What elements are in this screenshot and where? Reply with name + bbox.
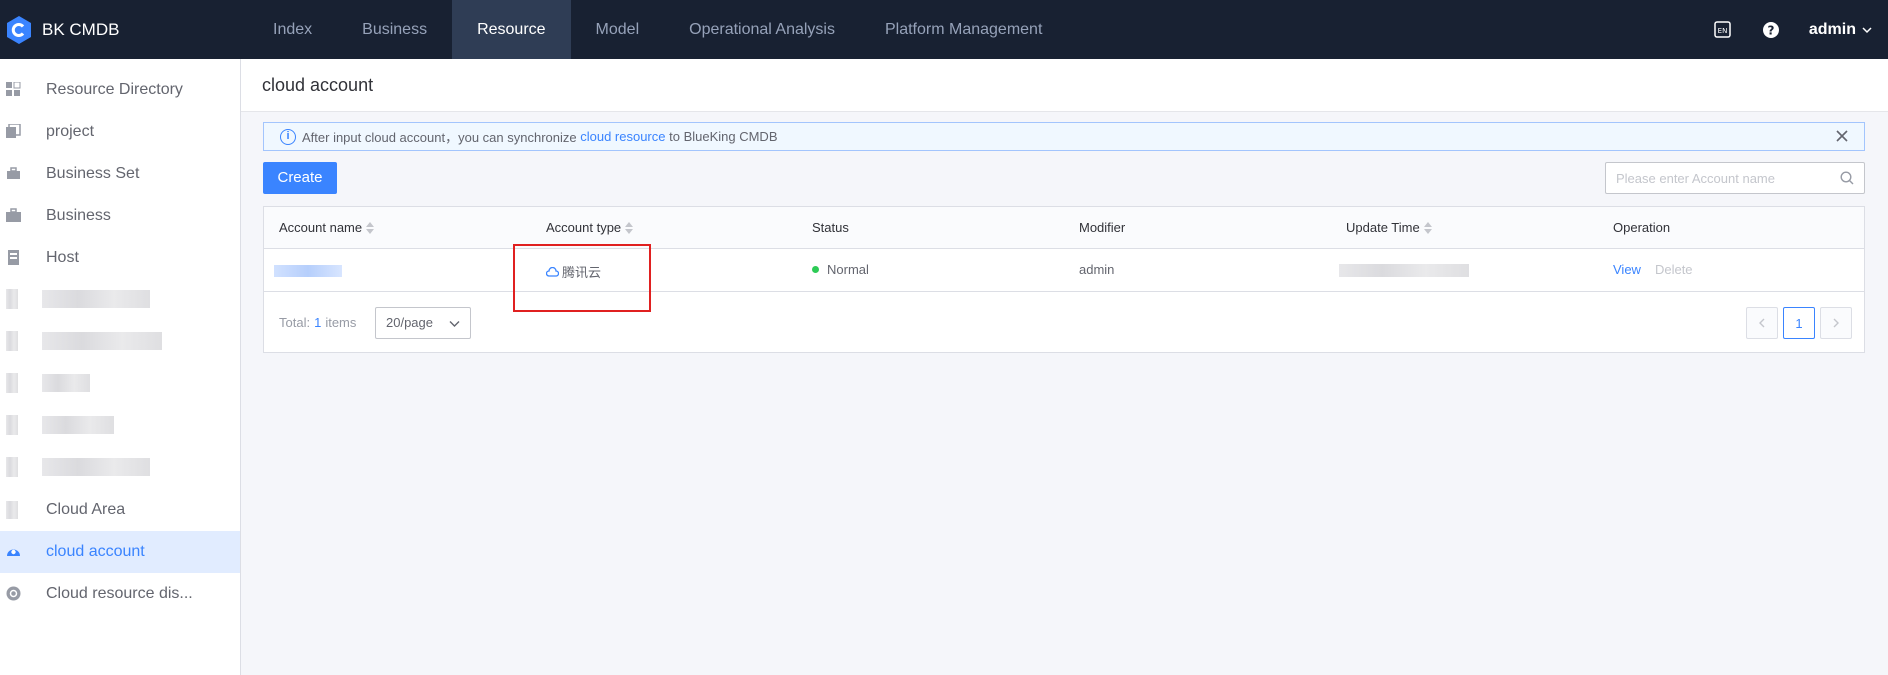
app-name: BK CMDB (42, 19, 120, 39)
nav-index[interactable]: Index (248, 0, 337, 59)
next-page-button[interactable] (1820, 307, 1852, 339)
column-update-time[interactable]: Update Time (1346, 220, 1432, 235)
column-modifier: Modifier (1079, 220, 1126, 235)
table-header: Account name Account type Status Modifie… (264, 207, 1864, 249)
accounts-table: Account name Account type Status Modifie… (263, 206, 1865, 353)
nav-business[interactable]: Business (337, 0, 452, 59)
project-icon (6, 124, 21, 138)
cloud-resource-icon (6, 586, 21, 601)
cloud-resource-link[interactable]: cloud resource (580, 129, 665, 144)
page-size-select[interactable]: 20/page (375, 307, 471, 339)
nav-resource[interactable]: Resource (452, 0, 571, 59)
sidebar-item-cloud-area[interactable]: Cloud Area (0, 489, 240, 531)
delete-link: Delete (1654, 262, 1693, 277)
update-time-cell (1339, 264, 1469, 277)
cloud-area-icon (6, 501, 18, 519)
table-row: 腾讯云 Normal admin View Delete (264, 249, 1864, 292)
chevron-left-icon (1759, 318, 1765, 328)
cmdb-logo-icon (7, 15, 31, 44)
alert-text-after: to BlueKing CMDB (665, 129, 778, 144)
cloud-account-icon (7, 549, 20, 556)
sort-icon[interactable] (366, 221, 375, 234)
pagination: 1 (1746, 307, 1852, 339)
highlight-annotation-box (513, 244, 651, 312)
column-account-name[interactable]: Account name (279, 220, 375, 235)
redacted-sidebar-item[interactable] (42, 374, 90, 392)
sidebar-item-resource-directory[interactable]: Resource Directory (0, 69, 240, 111)
page-1-button[interactable]: 1 (1783, 307, 1815, 339)
account-name-link[interactable] (274, 265, 342, 277)
search-icon[interactable] (1840, 171, 1854, 185)
prev-page-button[interactable] (1746, 307, 1778, 339)
sort-icon[interactable] (625, 221, 634, 234)
business-set-icon (7, 167, 20, 179)
svg-text:EN: EN (1718, 27, 1728, 35)
sidebar: Resource Directory project Business Set … (0, 59, 241, 675)
table-footer: Total: 1 items 20/page 1 (264, 292, 1864, 354)
sidebar-item-cloud-resource-discovery[interactable]: Cloud resource dis... (0, 573, 240, 615)
language-switch-icon[interactable]: EN (1713, 20, 1733, 40)
search-box (1605, 162, 1865, 194)
username: admin (1808, 20, 1856, 38)
column-status: Status (812, 220, 849, 235)
briefcase-icon (6, 208, 21, 222)
redacted-icon (6, 331, 18, 351)
nav-model[interactable]: Model (571, 0, 665, 59)
redacted-sidebar-item[interactable] (42, 332, 162, 350)
info-icon: i (280, 128, 296, 145)
create-button[interactable]: Create (263, 162, 337, 194)
top-navbar: BK CMDB Index Business Resource Model Op… (0, 0, 1888, 59)
host-icon (8, 250, 19, 265)
column-account-type[interactable]: Account type (546, 220, 634, 235)
status-normal-dot (812, 266, 819, 273)
sidebar-item-business[interactable]: Business (0, 195, 240, 237)
search-input[interactable] (1606, 163, 1826, 193)
close-icon[interactable] (1834, 128, 1850, 144)
redacted-sidebar-item[interactable] (42, 290, 150, 308)
redacted-icon (6, 457, 18, 477)
status-cell: Normal (812, 262, 869, 277)
sidebar-item-business-set[interactable]: Business Set (0, 153, 240, 195)
directory-icon (6, 82, 21, 96)
modifier-cell: admin (1079, 262, 1115, 277)
total-count: Total: 1 items (279, 315, 357, 330)
redacted-icon (6, 415, 18, 435)
info-alert: i After input cloud account，you can sync… (263, 122, 1865, 151)
sidebar-item-host[interactable]: Host (0, 237, 240, 279)
page-title: cloud account (262, 75, 374, 95)
redacted-icon (6, 289, 18, 309)
sidebar-item-project[interactable]: project (0, 111, 240, 153)
svg-text:?: ? (1767, 23, 1774, 37)
main-nav: Index Business Resource Model Operationa… (248, 0, 1067, 59)
redacted-sidebar-item[interactable] (42, 458, 150, 476)
redacted-sidebar-item[interactable] (42, 416, 114, 434)
help-icon[interactable]: ? (1761, 20, 1781, 40)
column-operation: Operation (1613, 220, 1671, 235)
chevron-right-icon (1833, 318, 1839, 328)
nav-platform-management[interactable]: Platform Management (860, 0, 1067, 59)
sort-icon[interactable] (1423, 221, 1432, 234)
chevron-down-icon (1862, 26, 1872, 33)
view-link[interactable]: View (1613, 262, 1641, 277)
app-logo[interactable]: BK CMDB (0, 0, 248, 59)
nav-operational-analysis[interactable]: Operational Analysis (664, 0, 860, 59)
chevron-down-icon (449, 321, 460, 327)
page-header: cloud account (241, 59, 1888, 112)
alert-text-before: After input cloud account，you can synchr… (302, 130, 581, 145)
user-menu[interactable]: admin (1809, 21, 1872, 39)
operation-cell: View Delete (1613, 262, 1693, 277)
redacted-icon (6, 373, 18, 393)
sidebar-item-cloud-account[interactable]: cloud account (0, 531, 240, 573)
